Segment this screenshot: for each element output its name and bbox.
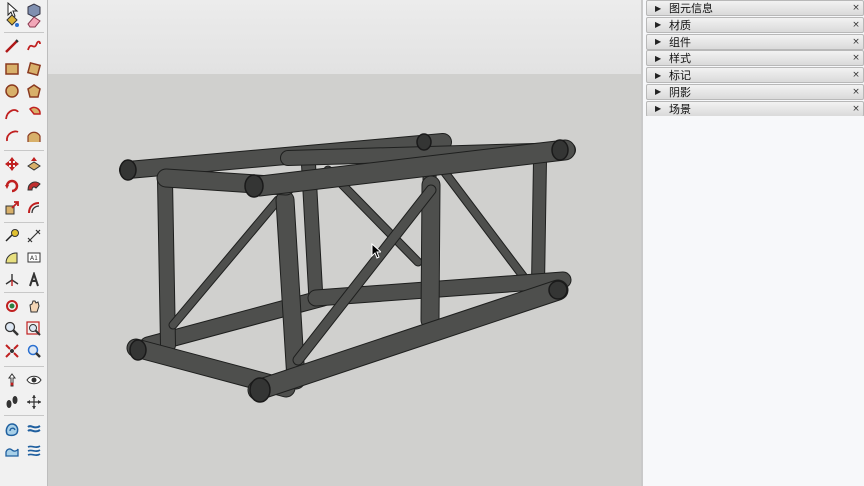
tray-panel-label: 标记 bbox=[669, 69, 691, 83]
line-icon[interactable] bbox=[3, 37, 21, 55]
close-icon[interactable]: × bbox=[850, 69, 862, 81]
close-icon[interactable]: × bbox=[850, 19, 862, 31]
previous-view-icon[interactable] bbox=[25, 342, 43, 360]
close-icon[interactable]: × bbox=[850, 103, 862, 115]
tray-panel-label: 场景 bbox=[669, 102, 691, 116]
close-icon[interactable]: × bbox=[850, 36, 862, 48]
back-diagonal-right[interactable] bbox=[438, 165, 531, 285]
paint-bucket-icon[interactable] bbox=[3, 12, 21, 30]
tray-panel-header[interactable]: ▶ 图元信息 × bbox=[646, 0, 864, 16]
toolbar-separator bbox=[4, 222, 44, 223]
two-point-arc-icon[interactable] bbox=[3, 127, 21, 145]
circle-icon[interactable] bbox=[3, 82, 21, 100]
tube-end-cap[interactable] bbox=[119, 159, 137, 181]
orbit-icon[interactable] bbox=[3, 297, 21, 315]
close-icon[interactable]: × bbox=[850, 86, 862, 98]
expand-arrow-icon[interactable]: ▶ bbox=[655, 87, 663, 96]
tray-panel-label: 材质 bbox=[669, 18, 691, 32]
move-icon[interactable] bbox=[3, 155, 21, 173]
rotate-icon[interactable] bbox=[3, 177, 21, 195]
truss-model[interactable] bbox=[48, 0, 641, 486]
tray-panel-header[interactable]: ▶ 组件 × bbox=[646, 33, 864, 50]
follow-me-icon[interactable] bbox=[25, 177, 43, 195]
tray-panel-header[interactable]: ▶ 标记 × bbox=[646, 67, 864, 84]
pan-icon[interactable] bbox=[25, 297, 43, 315]
pie-icon[interactable] bbox=[25, 105, 43, 123]
rectangle-icon[interactable] bbox=[3, 60, 21, 78]
left-front-post[interactable] bbox=[157, 172, 176, 353]
section-plane-icon[interactable] bbox=[25, 393, 43, 411]
zoom-icon[interactable] bbox=[3, 320, 21, 338]
expand-arrow-icon[interactable]: ▶ bbox=[655, 20, 663, 29]
toolbar-separator bbox=[4, 150, 44, 151]
front-mid-post[interactable] bbox=[420, 175, 441, 330]
tray-panel-header[interactable]: ▶ 阴影 × bbox=[646, 83, 864, 100]
toolbar-separator bbox=[4, 366, 44, 367]
drawing-viewport[interactable] bbox=[48, 0, 641, 486]
three-point-arc-icon[interactable] bbox=[25, 127, 43, 145]
expand-arrow-icon[interactable]: ▶ bbox=[655, 71, 663, 80]
tube-end-cap[interactable] bbox=[129, 339, 147, 361]
tube-end-cap[interactable] bbox=[244, 174, 264, 198]
tube-end-cap[interactable] bbox=[548, 280, 568, 300]
eraser-icon[interactable] bbox=[25, 12, 43, 30]
sandbox-smoove-icon[interactable] bbox=[25, 420, 43, 438]
tray-panel-label: 样式 bbox=[669, 52, 691, 66]
arc-icon[interactable] bbox=[3, 105, 21, 123]
tape-measure-icon[interactable] bbox=[3, 227, 21, 245]
expand-arrow-icon[interactable]: ▶ bbox=[655, 104, 663, 113]
dimension-icon[interactable] bbox=[25, 227, 43, 245]
default-tray: ▶ 图元信息 × ▶ 材质 × ▶ 组件 × ▶ 样式 × ▶ 标记 × ▶ 阴影 × ▶ 场景 × bbox=[641, 0, 864, 486]
tray-panel-header[interactable]: ▶ 场景 × bbox=[646, 100, 864, 117]
tool-palette: A1 bbox=[0, 0, 48, 486]
look-around-icon[interactable] bbox=[25, 371, 43, 389]
mouse-cursor-icon bbox=[371, 243, 381, 259]
position-camera-icon[interactable] bbox=[3, 371, 21, 389]
expand-arrow-icon[interactable]: ▶ bbox=[655, 37, 663, 46]
tube-end-cap[interactable] bbox=[249, 377, 271, 403]
sandbox-contours-icon[interactable] bbox=[3, 420, 21, 438]
freehand-icon[interactable] bbox=[25, 37, 43, 55]
back-right-post[interactable] bbox=[531, 153, 547, 292]
3d-text-icon[interactable] bbox=[25, 271, 43, 289]
tray-panel-label: 图元信息 bbox=[669, 2, 713, 15]
tray-panel-header[interactable]: ▶ 材质 × bbox=[646, 16, 864, 33]
walk-icon[interactable] bbox=[3, 393, 21, 411]
tray-panel-label: 阴影 bbox=[669, 85, 691, 99]
expand-arrow-icon[interactable]: ▶ bbox=[655, 4, 663, 13]
tube-end-cap[interactable] bbox=[416, 133, 432, 151]
zoom-window-icon[interactable] bbox=[25, 320, 43, 338]
tube-end-cap[interactable] bbox=[551, 139, 569, 161]
scale-icon[interactable] bbox=[3, 199, 21, 217]
sandbox-drape-icon[interactable] bbox=[25, 442, 43, 460]
tray-panel-header[interactable]: ▶ 样式 × bbox=[646, 50, 864, 67]
toolbar-separator bbox=[4, 415, 44, 416]
svg-text:A1: A1 bbox=[30, 255, 38, 262]
expand-arrow-icon[interactable]: ▶ bbox=[655, 54, 663, 63]
tray-panel-label: 组件 bbox=[669, 35, 691, 49]
axes-icon[interactable] bbox=[3, 271, 21, 289]
rotated-rectangle-icon[interactable] bbox=[25, 60, 43, 78]
protractor-icon[interactable] bbox=[3, 249, 21, 267]
close-icon[interactable]: × bbox=[850, 2, 862, 14]
push-pull-icon[interactable] bbox=[25, 155, 43, 173]
tray-panel-list: ▶ 图元信息 × ▶ 材质 × ▶ 组件 × ▶ 样式 × ▶ 标记 × ▶ 阴影 × ▶ 场景 × bbox=[643, 0, 864, 117]
front-left-post[interactable] bbox=[275, 190, 306, 390]
close-icon[interactable]: × bbox=[850, 52, 862, 64]
toolbar-separator bbox=[4, 292, 44, 293]
zoom-extents-icon[interactable] bbox=[3, 342, 21, 360]
toolbar-separator bbox=[4, 32, 44, 33]
sandbox-stamp-icon[interactable] bbox=[3, 442, 21, 460]
polygon-icon[interactable] bbox=[25, 82, 43, 100]
tray-empty-area bbox=[643, 116, 864, 486]
text-icon[interactable]: A1 bbox=[25, 249, 43, 267]
offset-icon[interactable] bbox=[25, 199, 43, 217]
